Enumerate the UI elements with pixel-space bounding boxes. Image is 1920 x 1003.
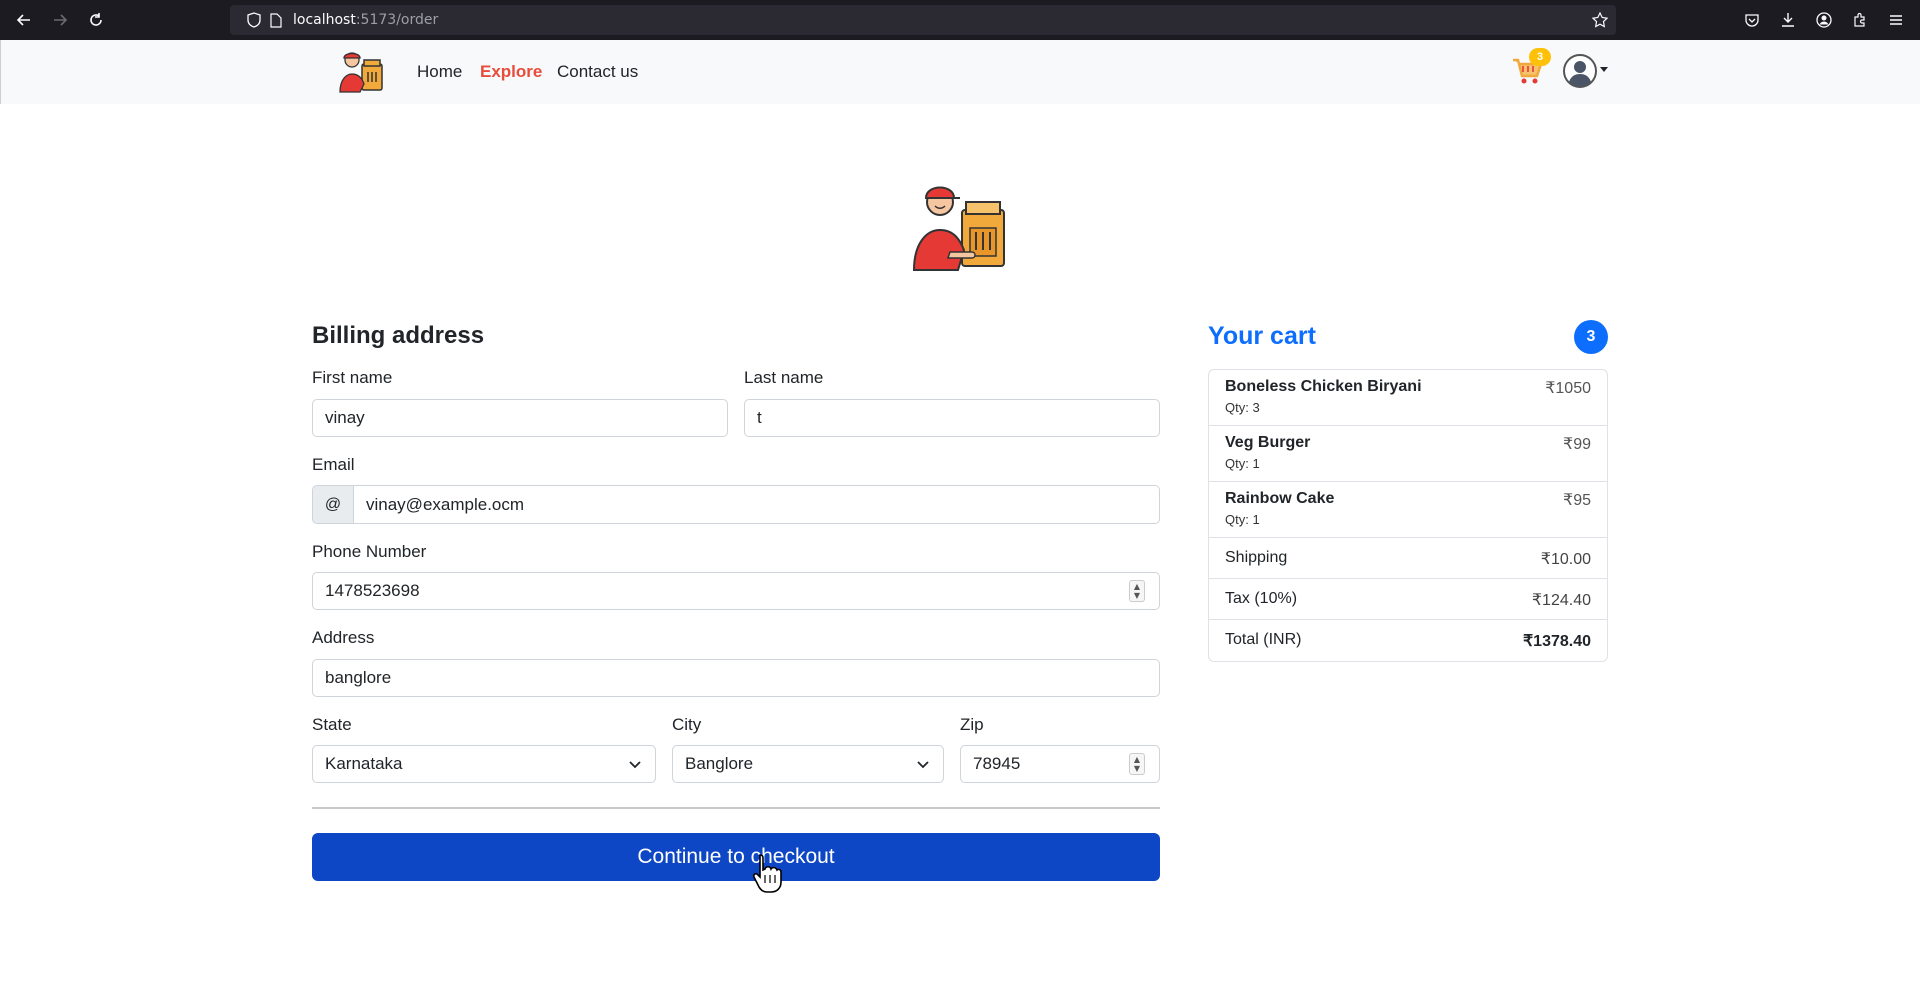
reload-icon[interactable] — [84, 8, 108, 32]
cart-item: Veg Burger Qty: 1 ₹99 — [1209, 426, 1607, 482]
profile-dropdown-caret-icon[interactable] — [1600, 67, 1608, 72]
shield-icon[interactable] — [244, 10, 264, 30]
cart-item-count-badge: 3 — [1574, 320, 1608, 354]
cart-item-name: Rainbow Cake — [1225, 490, 1335, 507]
phone-input[interactable]: 1478523698 — [312, 572, 1160, 610]
phone-label: Phone Number — [312, 542, 427, 561]
cart-count-badge: 3 — [1529, 48, 1551, 66]
avatar[interactable] — [1563, 54, 1597, 88]
zip-label: Zip — [960, 715, 984, 734]
pocket-icon[interactable] — [1742, 10, 1762, 30]
back-icon[interactable] — [12, 8, 36, 32]
forward-icon[interactable] — [48, 8, 72, 32]
state-select[interactable]: Karnataka — [312, 745, 656, 783]
city-label: City — [672, 715, 702, 734]
cart-item: Rainbow Cake Qty: 1 ₹95 — [1209, 482, 1607, 538]
last-name-input[interactable]: t — [744, 399, 1160, 437]
cart-item-price: ₹1050 — [1545, 380, 1591, 397]
account-icon[interactable] — [1814, 10, 1834, 30]
menu-icon[interactable] — [1886, 10, 1906, 30]
nav-link-explore[interactable]: Explore — [480, 62, 542, 82]
cart-item-price: ₹95 — [1563, 492, 1591, 509]
state-label: State — [312, 715, 352, 734]
address-label: Address — [312, 628, 375, 647]
address-input[interactable]: banglore — [312, 659, 1160, 697]
last-name-label: Last name — [744, 368, 824, 387]
nav-link-home[interactable]: Home — [417, 62, 462, 82]
cart-item-qty: Qty: 1 — [1225, 456, 1260, 471]
phone-spinner-icon[interactable]: ▲ ▼ — [1129, 580, 1145, 602]
cart-title: Your cart — [1208, 322, 1316, 350]
cart-total-row: Total (INR) ₹1378.40 — [1209, 620, 1607, 661]
billing-title: Billing address — [312, 322, 485, 349]
nav-link-contact[interactable]: Contact us — [557, 62, 638, 82]
first-name-label: First name — [312, 368, 393, 387]
hand-cursor-icon — [752, 854, 782, 893]
cart-item-name: Veg Burger — [1225, 434, 1311, 451]
email-at-addon: @ — [312, 485, 354, 524]
email-input[interactable]: vinay@example.ocm — [353, 485, 1160, 524]
url-host: localhost — [293, 12, 356, 28]
hero-logo — [912, 186, 1005, 271]
download-icon[interactable] — [1778, 10, 1798, 30]
shipping-value: ₹10.00 — [1540, 551, 1591, 568]
cart-shipping-row: Shipping ₹10.00 — [1209, 538, 1607, 579]
total-label: Total (INR) — [1225, 631, 1302, 648]
cart-item-qty: Qty: 1 — [1225, 512, 1260, 527]
tax-label: Tax (10%) — [1225, 590, 1298, 607]
city-select[interactable]: Banglore — [672, 745, 944, 783]
extensions-icon[interactable] — [1850, 10, 1870, 30]
bookmark-star-icon[interactable] — [1590, 10, 1610, 30]
total-value: ₹1378.40 — [1522, 633, 1591, 650]
cart-list: Boneless Chicken Biryani Qty: 3 ₹1050 Ve… — [1208, 369, 1608, 662]
tax-value: ₹124.40 — [1531, 592, 1591, 609]
site-navbar: Home Explore Contact us 3 — [0, 40, 1920, 104]
address-bar[interactable]: localhost:5173/order — [230, 5, 1616, 35]
url-text: localhost:5173/order — [293, 12, 438, 28]
cart-tax-row: Tax (10%) ₹124.40 — [1209, 579, 1607, 620]
city-chevron-down-icon — [917, 761, 929, 769]
email-label: Email — [312, 455, 355, 474]
brand-logo[interactable] — [337, 48, 385, 94]
cart-item-price: ₹99 — [1563, 436, 1591, 453]
form-divider — [312, 807, 1160, 809]
state-chevron-down-icon — [629, 761, 641, 769]
page-icon — [266, 10, 286, 30]
cart-item: Boneless Chicken Biryani Qty: 3 ₹1050 — [1209, 370, 1607, 426]
url-path: :5173/order — [355, 12, 439, 28]
continue-to-checkout-button[interactable]: Continue to checkout — [312, 833, 1160, 881]
first-name-input[interactable]: vinay — [312, 399, 728, 437]
cart-item-qty: Qty: 3 — [1225, 400, 1260, 415]
cart-item-name: Boneless Chicken Biryani — [1225, 378, 1422, 395]
browser-toolbar: localhost:5173/order — [0, 0, 1920, 40]
zip-spinner-icon[interactable]: ▲ ▼ — [1129, 753, 1145, 775]
shipping-label: Shipping — [1225, 549, 1288, 566]
